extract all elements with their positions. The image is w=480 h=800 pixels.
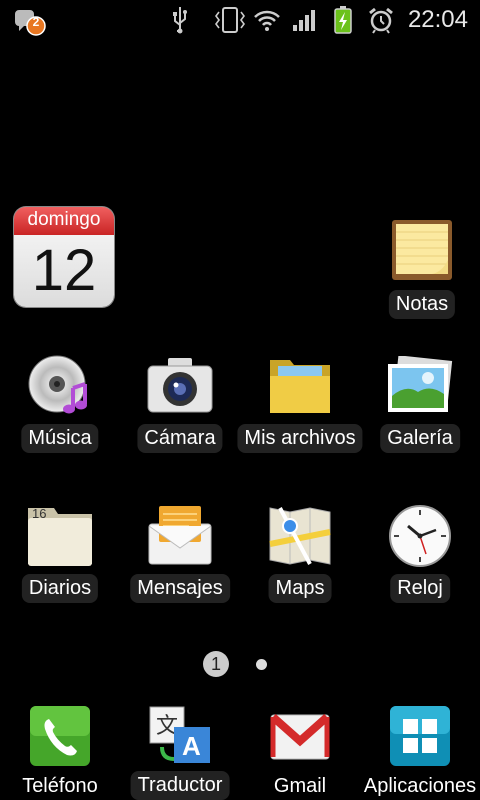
app-label: Maps (268, 574, 332, 603)
app-label: Galería (380, 424, 460, 453)
gmail-icon (269, 705, 331, 772)
dock: Teléfono 文A Traductor Gmail Aplicaciones (0, 695, 480, 800)
notification-count: 2 (32, 15, 40, 29)
dock-aplicaciones[interactable]: Aplicaciones (360, 695, 480, 800)
app-label: Reloj (390, 574, 450, 603)
app-label: Cámara (137, 424, 223, 453)
wifi-icon (252, 0, 282, 40)
dock-gmail[interactable]: Gmail (240, 695, 360, 800)
page-indicator[interactable]: 1 (0, 650, 480, 680)
notification-badge-icon: 2 (12, 0, 48, 40)
phone-icon (29, 705, 91, 772)
app-label: Mensajes (130, 574, 230, 603)
camera-icon (146, 356, 214, 419)
app-label: Traductor (130, 771, 230, 800)
signal-icon (290, 0, 320, 40)
app-diarios[interactable]: 16 Diarios (0, 500, 120, 610)
calendar-day-name: domingo (14, 207, 114, 235)
maps-icon (268, 504, 332, 573)
folder-icon (268, 354, 332, 421)
app-label: Música (21, 424, 99, 453)
alarm-icon (366, 0, 396, 40)
app-label: Gmail (273, 775, 327, 797)
diary-date: 16 (32, 506, 47, 521)
app-musica[interactable]: Música (0, 350, 120, 460)
app-reloj[interactable]: Reloj (360, 500, 480, 610)
calendar-widget[interactable]: domingo 12 (14, 207, 114, 307)
app-maps[interactable]: Maps (240, 500, 360, 610)
app-label: Teléfono (22, 775, 98, 797)
page-indicator-current[interactable]: 1 (203, 651, 229, 677)
status-bar[interactable]: 2 22:04 (0, 0, 480, 40)
translate-icon: 文A (148, 705, 212, 772)
app-label: Notas (388, 290, 456, 319)
app-mis-archivos[interactable]: Mis archivos (237, 350, 363, 460)
battery-charging-icon (330, 0, 356, 40)
status-time: 22:04 (407, 6, 468, 33)
app-label: Mis archivos (237, 424, 363, 453)
app-galeria[interactable]: Galería (360, 350, 480, 460)
vibrate-icon (212, 0, 248, 40)
music-icon (27, 352, 93, 423)
svg-text:A: A (182, 731, 201, 761)
notes-icon (390, 218, 454, 287)
app-camara[interactable]: Cámara (120, 350, 240, 460)
diary-icon: 16 (26, 504, 94, 573)
gallery-icon (386, 355, 454, 421)
app-label: Aplicaciones (363, 775, 477, 797)
usb-icon (166, 0, 194, 40)
calendar-day-number: 12 (31, 238, 97, 303)
dock-telefono[interactable]: Teléfono (0, 695, 120, 800)
app-label: Diarios (21, 574, 99, 603)
page-indicator-dot[interactable] (256, 659, 267, 670)
dock-traductor[interactable]: 文A Traductor (120, 695, 240, 800)
clock-icon (388, 504, 452, 573)
messages-icon (147, 504, 213, 571)
app-mensajes[interactable]: Mensajes (120, 500, 240, 610)
app-notas[interactable]: Notas (362, 214, 480, 324)
apps-grid-icon (389, 705, 451, 772)
page-number: 1 (210, 654, 221, 674)
